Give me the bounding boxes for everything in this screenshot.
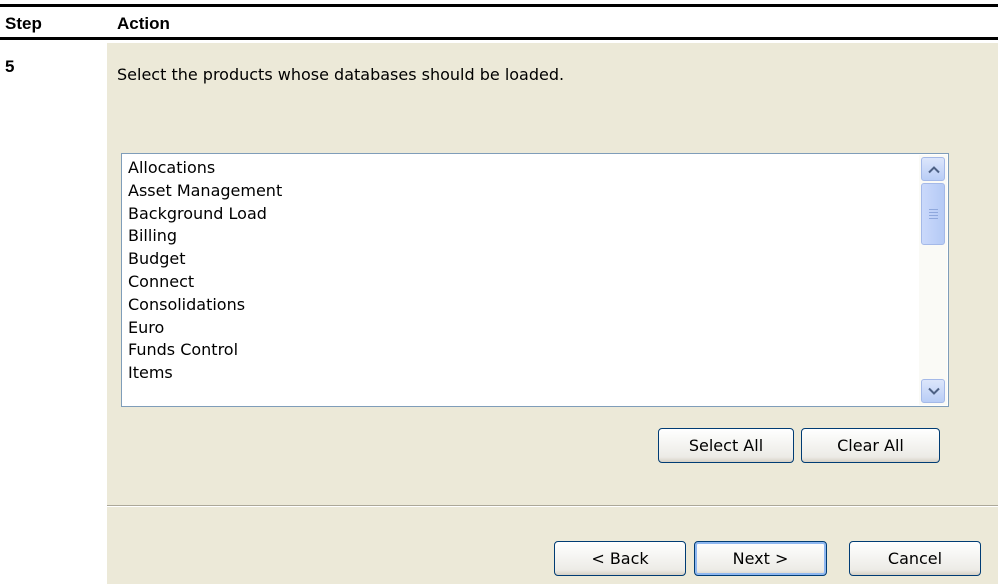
step-number: 5 bbox=[5, 57, 15, 76]
list-item[interactable]: Consolidations bbox=[128, 294, 908, 317]
instruction-text: Select the products whose databases shou… bbox=[117, 65, 565, 84]
scroll-up-button[interactable] bbox=[921, 157, 945, 181]
document-page: Step Action 5 Select the products whose … bbox=[0, 0, 998, 584]
products-listbox[interactable]: Allocations Asset Management Background … bbox=[121, 153, 949, 407]
list-item[interactable]: Connect bbox=[128, 271, 908, 294]
table-header-rule bbox=[0, 37, 998, 40]
thumb-grip-line bbox=[929, 215, 938, 216]
clear-all-button[interactable]: Clear All bbox=[801, 428, 940, 463]
header-action: Action bbox=[117, 14, 170, 33]
scrollbar-thumb[interactable] bbox=[921, 183, 945, 245]
scroll-down-button[interactable] bbox=[921, 379, 945, 403]
list-item[interactable]: Budget bbox=[128, 248, 908, 271]
header-step: Step bbox=[5, 14, 42, 33]
back-button[interactable]: < Back bbox=[554, 541, 686, 576]
list-item[interactable]: Background Load bbox=[128, 203, 908, 226]
list-item[interactable]: Billing bbox=[128, 225, 908, 248]
chevron-down-icon bbox=[928, 387, 940, 395]
list-item[interactable]: Allocations bbox=[128, 157, 908, 180]
select-all-button[interactable]: Select All bbox=[658, 428, 794, 463]
thumb-grip-line bbox=[929, 218, 938, 219]
thumb-grip-line bbox=[929, 212, 938, 213]
thumb-grip-line bbox=[929, 209, 938, 210]
list-item[interactable]: Euro bbox=[128, 317, 908, 340]
vertical-scrollbar[interactable] bbox=[919, 155, 947, 405]
dialog-separator bbox=[107, 505, 998, 507]
list-item[interactable]: Items bbox=[128, 362, 908, 385]
chevron-up-icon bbox=[928, 166, 940, 174]
products-list: Allocations Asset Management Background … bbox=[128, 157, 908, 385]
list-item[interactable]: Asset Management bbox=[128, 180, 908, 203]
next-button[interactable]: Next > bbox=[694, 541, 827, 576]
cancel-button[interactable]: Cancel bbox=[849, 541, 981, 576]
list-item[interactable]: Funds Control bbox=[128, 339, 908, 362]
table-header-row: Step Action bbox=[0, 7, 998, 37]
wizard-dialog: Select the products whose databases shou… bbox=[107, 43, 998, 584]
